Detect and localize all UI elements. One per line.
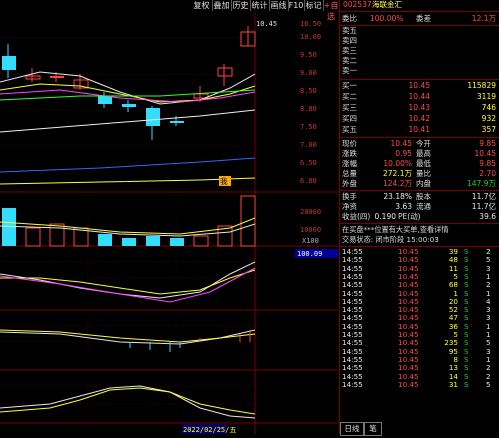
candle [146, 108, 160, 126]
tick-row: 14:55 10.45 5 S 1 [342, 330, 491, 339]
sell-level-4[interactable]: 卖四 [340, 36, 499, 46]
price-axis-label: 8.50 [300, 87, 317, 95]
kline-chart-svg[interactable]: 10.45 我 16.50 10.00 9.50 9.00 8.50 8.00 … [0, 12, 338, 434]
candle [170, 121, 184, 123]
high-price-label: 10.45 [256, 20, 277, 28]
stat-row: 涨跌 0.95 最高 10.45 [342, 149, 496, 158]
trade-status: 交易状态: 闭市阶段 15:00:03 [342, 235, 439, 244]
buy-level-4[interactable]: 买四 10.42 932 [340, 114, 499, 124]
stat-row: 外盘 124.2万 内盘 147.9万 [342, 179, 496, 188]
buy-level-3[interactable]: 买三 10.43 746 [340, 103, 499, 113]
tick-row: 14:55 10.45 11 S 3 [342, 263, 491, 273]
tick-row: 14:55 10.45 31 S 5 [342, 379, 491, 389]
tick-row: 14:55 10.45 5 S 1 [342, 271, 491, 281]
weicha-value: 12.1万 [471, 14, 496, 23]
tick-row: 14:55 10.45 235 S 5 [342, 338, 491, 348]
candle [25, 75, 41, 80]
tick-row: 14:55 10.45 13 S 2 [342, 363, 491, 373]
candle [50, 76, 64, 78]
weibi-label: 委比 [342, 14, 357, 23]
weibi-value: 100.00% [370, 14, 404, 23]
fuquan-button[interactable]: 复权 [191, 0, 213, 11]
draw-line-button[interactable]: 画线 [269, 0, 289, 11]
weicha-label: 委差 [416, 14, 431, 23]
date-label: 2022/02/25/五 [183, 426, 236, 434]
tick-row: 14:55 10.45 48 S 5 [342, 255, 491, 265]
candle [98, 96, 112, 104]
candle [217, 67, 233, 77]
buy-level-2[interactable]: 买二 10.44 3119 [340, 92, 499, 102]
tick-row: 14:55 10.45 1 S 1 [342, 288, 491, 298]
stat-row: 净资 3.63 流通 11.7亿 [342, 202, 496, 211]
stat-row: 现价 10.45 今开 9.85 [342, 139, 496, 148]
stats-button[interactable]: 统计 [250, 0, 270, 11]
price-axis-label: 10.00 [300, 33, 321, 41]
stat-row: 总量 272.1万 量比 2.70 [342, 169, 496, 178]
candles [2, 26, 256, 140]
tick-row: 14:55 10.45 8 S 1 [342, 354, 491, 364]
tick-row: 14:55 10.45 47 S 3 [342, 313, 491, 323]
stock-name: 海联金汇 [372, 0, 402, 9]
tick-row: 14:55 10.45 68 S 2 [342, 280, 491, 290]
stat-row: 换手 23.18% 股本 11.7亿 [342, 192, 496, 201]
price-axis-label: 16.50 [300, 20, 321, 28]
vol-axis-label: 10000 [300, 226, 321, 234]
price-axis-label: 7.00 [300, 141, 317, 149]
tick-row: 14:55 10.45 39 S 2 [342, 247, 491, 256]
tick-row: 14:55 10.45 95 S 3 [342, 346, 491, 356]
tick-row: 14:55 10.45 14 S 2 [342, 371, 491, 381]
price-axis-label: 9.50 [300, 51, 317, 59]
price-axis-label: 8.00 [300, 105, 317, 113]
price-axis-label: 6.50 [300, 159, 317, 167]
sell-level-3[interactable]: 卖三 [340, 46, 499, 56]
big-order-notice[interactable]: 在买盘***位置有大买单,查看详情 [340, 225, 499, 235]
overlay-button[interactable]: 叠加 [212, 0, 232, 11]
kline-chart-area[interactable]: 10.45 我 16.50 10.00 9.50 9.00 8.50 8.00 … [0, 12, 338, 434]
sell-level-2[interactable]: 卖二 [340, 56, 499, 66]
buy-level-1[interactable]: 买一 10.45 115829 [340, 81, 499, 91]
stat-row: 收益(四) 0.190 PE(动) 39.6 [342, 212, 496, 221]
candle [122, 104, 136, 107]
history-button[interactable]: 历史 [231, 0, 251, 11]
buy-level-5[interactable]: 买五 10.41 357 [340, 125, 499, 135]
add-favorite-button[interactable]: +自选 [323, 0, 339, 21]
volume-bars [2, 195, 256, 247]
stock-code: 002537 [343, 0, 372, 9]
marker-label: 我 [220, 176, 228, 186]
vol-unit-label: X100 [302, 237, 319, 245]
vol-axis-label: 20000 [300, 208, 321, 216]
stat-row: 涨幅 10.00% 最低 9.85 [342, 159, 496, 168]
candle [2, 56, 16, 70]
sell-level-1[interactable]: 卖一 [340, 66, 499, 76]
price-axis-label: 7.50 [300, 123, 317, 131]
indicator-value-label: 100.09 [297, 250, 322, 258]
tick-row: 14:55 10.45 36 S 1 [342, 321, 491, 331]
mark-button[interactable]: 标记 [304, 0, 324, 11]
sell-level-5[interactable]: 卖五 [340, 26, 499, 36]
tick-row: 14:55 10.45 20 S 4 [342, 296, 491, 306]
tick-row: 14:55 10.45 52 S 3 [342, 305, 491, 315]
f10-button[interactable]: F10 [288, 0, 305, 11]
quote-panel: 002537 海联金汇 委比 100.00% 委差 12.1万 卖五 卖四 卖三… [339, 0, 499, 436]
price-axis-label: 6.00 [300, 177, 317, 185]
price-axis-label: 9.00 [300, 69, 317, 77]
